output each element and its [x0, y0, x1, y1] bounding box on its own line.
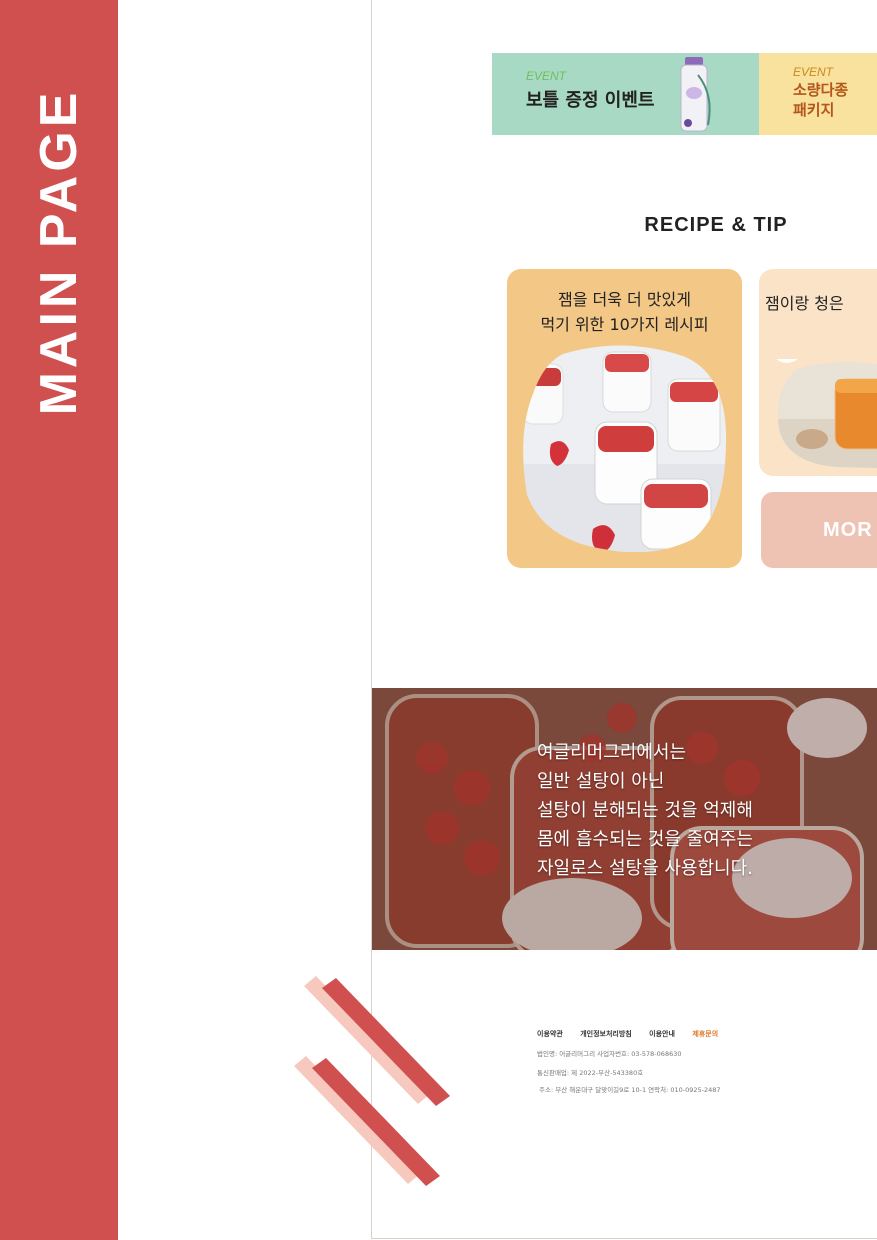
footer-link-privacy[interactable]: 개인정보처리방침 — [580, 1030, 632, 1038]
recipe-card-title-line: 먹기 위한 10가지 레시피 — [540, 315, 709, 334]
decorative-stripes — [294, 976, 450, 1186]
footer-link-guide[interactable]: 이용안내 — [649, 1030, 675, 1038]
footer-links: 이용약관 개인정보처리방침 이용안내 제휴문의 — [537, 1029, 733, 1039]
recipe-photo-jam-jar — [777, 359, 877, 469]
more-button-label: MOR — [823, 519, 873, 541]
footer-address-info: 주소: 부산 해운대구 달맞이길9로 10-1 연락처: 010-0925-24… — [539, 1086, 721, 1094]
footer-link-terms[interactable]: 이용약관 — [537, 1030, 563, 1038]
recipe-card-title: 잼이랑 청은 — [765, 294, 844, 313]
recipe-card[interactable]: 잼이랑 청은 — [759, 269, 877, 476]
event-title-line: 소량다종 — [793, 81, 849, 99]
footer-company-info: 법인명: 어글리머그리 사업자번호: 03-578-068630 — [537, 1050, 682, 1058]
event-banner-package[interactable]: EVENT 소량다종 패키지 — [759, 53, 877, 135]
recipe-card[interactable]: 잼을 더욱 더 맛있게 먹기 위한 10가지 레시피 — [507, 269, 742, 568]
hero-text-line: 설탕이 분해되는 것을 억제해 — [537, 800, 753, 821]
event-title: 보틀 증정 이벤트 — [526, 90, 655, 111]
event-banner-bottle[interactable]: EVENT 보틀 증정 이벤트 — [492, 53, 759, 135]
more-button[interactable]: MOR — [761, 492, 877, 568]
sidebar-title: MAIN PAGE — [30, 88, 88, 416]
recipe-section-title: RECIPE & TIP — [644, 214, 788, 236]
hero-text-line: 자일로스 설탕을 사용합니다. — [537, 858, 753, 879]
recipe-photo-strawberry-desserts — [523, 345, 727, 552]
hero-text: 여글리머그리에서는 일반 설탕이 아닌 설탕이 분해되는 것을 억제해 몸에 흡… — [537, 738, 753, 883]
hero-text-line: 몸에 흡수되는 것을 줄여주는 — [537, 829, 753, 850]
event-title: 소량다종 패키지 — [793, 80, 873, 120]
event-tag: EVENT — [526, 69, 567, 83]
event-tag: EVENT — [793, 65, 834, 79]
recipe-card-title-line: 잼을 더욱 더 맛있게 — [557, 290, 692, 309]
recipe-card-title: 잼을 더욱 더 맛있게 먹기 위한 10가지 레시피 — [507, 287, 742, 337]
hero-text-line: 여글리머그리에서는 — [537, 742, 687, 763]
event-title-line: 패키지 — [793, 101, 835, 119]
sidebar: MAIN PAGE — [0, 0, 118, 1240]
footer-link-partnership[interactable]: 제휴문의 — [692, 1030, 718, 1038]
hero-banner: 여글리머그리에서는 일반 설탕이 아닌 설탕이 분해되는 것을 억제해 몸에 흡… — [372, 688, 877, 950]
bottle-image — [680, 57, 711, 132]
footer-ecommerce-info: 통신판매업: 제 2022-부산-543380호 — [537, 1069, 644, 1077]
hero-text-line: 일반 설탕이 아닌 — [537, 771, 665, 792]
